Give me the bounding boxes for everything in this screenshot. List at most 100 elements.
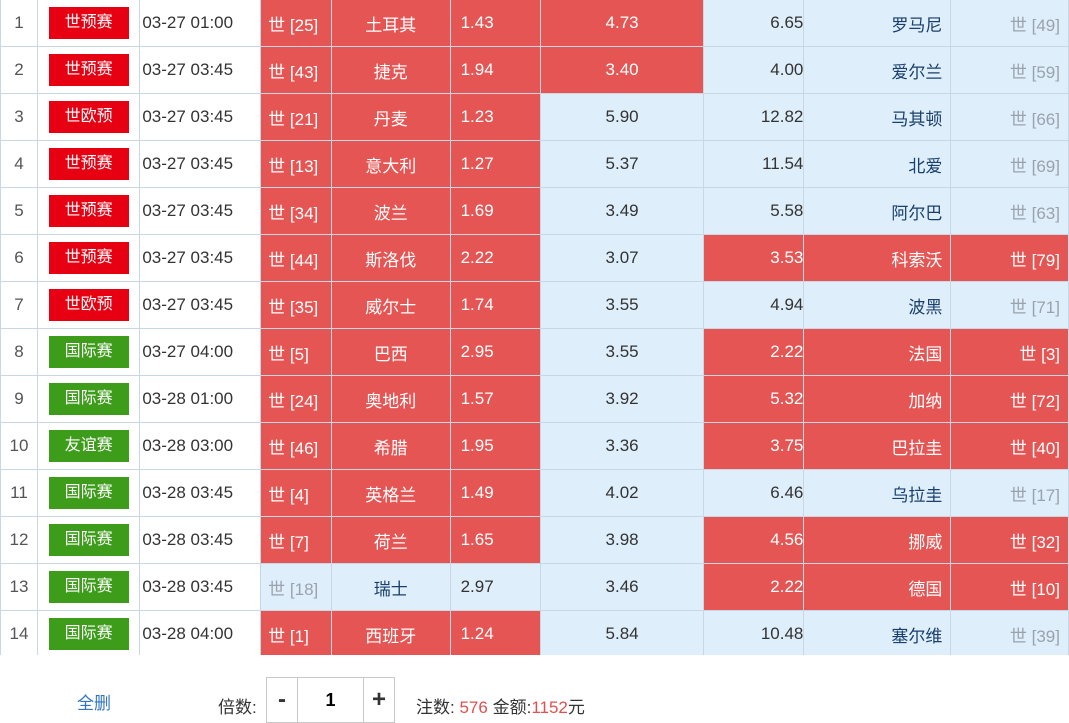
draw-odds[interactable]: 3.49 [539,187,705,235]
away-rank[interactable]: 世 [72] [950,375,1069,423]
away-team[interactable]: 爱尔兰 [803,46,952,94]
away-rank[interactable]: 世 [79] [950,234,1069,282]
away-rank[interactable]: 世 [3] [950,328,1069,376]
draw-odds[interactable]: 3.07 [539,234,705,282]
home-team[interactable]: 威尔士 [330,281,451,329]
multiplier-input[interactable] [298,678,363,722]
home-odds[interactable]: 1.57 [449,375,541,423]
away-team[interactable]: 塞尔维 [803,610,952,658]
home-team[interactable]: 巴西 [330,328,451,376]
home-rank[interactable]: 世 [18] [260,563,332,611]
draw-odds[interactable]: 3.55 [539,281,705,329]
draw-odds[interactable]: 3.36 [539,422,705,470]
home-odds[interactable]: 1.69 [449,187,541,235]
away-odds[interactable]: 5.58 [703,187,805,235]
home-odds[interactable]: 1.43 [449,0,541,47]
home-rank[interactable]: 世 [13] [260,140,332,188]
home-odds[interactable]: 1.94 [449,46,541,94]
home-rank[interactable]: 世 [35] [260,281,332,329]
plus-button[interactable]: + [363,678,394,722]
home-team[interactable]: 丹麦 [330,93,451,141]
away-rank[interactable]: 世 [10] [950,563,1069,611]
away-odds[interactable]: 6.65 [703,0,805,47]
home-odds[interactable]: 2.95 [449,328,541,376]
away-odds[interactable]: 4.94 [703,281,805,329]
home-odds[interactable]: 1.27 [449,140,541,188]
clear-all-link[interactable]: 全删 [77,689,111,714]
away-odds[interactable]: 2.22 [703,328,805,376]
away-team[interactable]: 波黑 [803,281,952,329]
away-odds[interactable]: 10.48 [703,610,805,658]
home-rank[interactable]: 世 [46] [260,422,332,470]
away-odds[interactable]: 5.32 [703,375,805,423]
home-rank[interactable]: 世 [24] [260,375,332,423]
home-team[interactable]: 西班牙 [330,610,451,658]
away-team[interactable]: 德国 [803,563,952,611]
draw-odds[interactable]: 4.02 [539,469,705,517]
draw-odds[interactable]: 4.73 [539,0,705,47]
home-team[interactable]: 斯洛伐 [330,234,451,282]
home-rank[interactable]: 世 [34] [260,187,332,235]
home-odds[interactable]: 1.23 [449,93,541,141]
home-team[interactable]: 荷兰 [330,516,451,564]
away-odds[interactable]: 2.22 [703,563,805,611]
home-team[interactable]: 奥地利 [330,375,451,423]
home-rank[interactable]: 世 [25] [260,0,332,47]
home-rank[interactable]: 世 [1] [260,610,332,658]
away-rank[interactable]: 世 [59] [950,46,1069,94]
draw-odds[interactable]: 5.37 [539,140,705,188]
home-team[interactable]: 英格兰 [330,469,451,517]
home-team[interactable]: 意大利 [330,140,451,188]
home-rank[interactable]: 世 [43] [260,46,332,94]
home-team[interactable]: 瑞士 [330,563,451,611]
away-rank[interactable]: 世 [17] [950,469,1069,517]
away-team[interactable]: 加纳 [803,375,952,423]
away-team[interactable]: 挪威 [803,516,952,564]
home-odds[interactable]: 1.65 [449,516,541,564]
away-odds[interactable]: 12.82 [703,93,805,141]
away-rank[interactable]: 世 [40] [950,422,1069,470]
away-rank[interactable]: 世 [32] [950,516,1069,564]
home-team[interactable]: 希腊 [330,422,451,470]
away-odds[interactable]: 4.56 [703,516,805,564]
draw-odds[interactable]: 3.98 [539,516,705,564]
draw-odds[interactable]: 5.84 [539,610,705,658]
home-odds[interactable]: 1.24 [449,610,541,658]
draw-odds[interactable]: 3.40 [539,46,705,94]
away-team[interactable]: 科索沃 [803,234,952,282]
away-rank[interactable]: 世 [71] [950,281,1069,329]
home-odds[interactable]: 2.22 [449,234,541,282]
draw-odds[interactable]: 3.46 [539,563,705,611]
home-team[interactable]: 波兰 [330,187,451,235]
away-team[interactable]: 法国 [803,328,952,376]
home-odds[interactable]: 2.97 [449,563,541,611]
draw-odds[interactable]: 3.55 [539,328,705,376]
away-team[interactable]: 马其顿 [803,93,952,141]
home-rank[interactable]: 世 [5] [260,328,332,376]
draw-odds[interactable]: 5.90 [539,93,705,141]
home-odds[interactable]: 1.74 [449,281,541,329]
away-rank[interactable]: 世 [63] [950,187,1069,235]
away-odds[interactable]: 6.46 [703,469,805,517]
away-rank[interactable]: 世 [49] [950,0,1069,47]
draw-odds[interactable]: 3.92 [539,375,705,423]
minus-button[interactable]: - [267,678,298,722]
home-odds[interactable]: 1.49 [449,469,541,517]
away-odds[interactable]: 11.54 [703,140,805,188]
home-rank[interactable]: 世 [21] [260,93,332,141]
home-rank[interactable]: 世 [44] [260,234,332,282]
home-rank[interactable]: 世 [4] [260,469,332,517]
home-odds[interactable]: 1.95 [449,422,541,470]
away-odds[interactable]: 3.75 [703,422,805,470]
away-team[interactable]: 阿尔巴 [803,187,952,235]
away-rank[interactable]: 世 [39] [950,610,1069,658]
away-team[interactable]: 北爱 [803,140,952,188]
away-odds[interactable]: 4.00 [703,46,805,94]
away-odds[interactable]: 3.53 [703,234,805,282]
away-rank[interactable]: 世 [69] [950,140,1069,188]
away-team[interactable]: 罗马尼 [803,0,952,47]
away-team[interactable]: 乌拉圭 [803,469,952,517]
away-team[interactable]: 巴拉圭 [803,422,952,470]
home-rank[interactable]: 世 [7] [260,516,332,564]
home-team[interactable]: 土耳其 [330,0,451,47]
